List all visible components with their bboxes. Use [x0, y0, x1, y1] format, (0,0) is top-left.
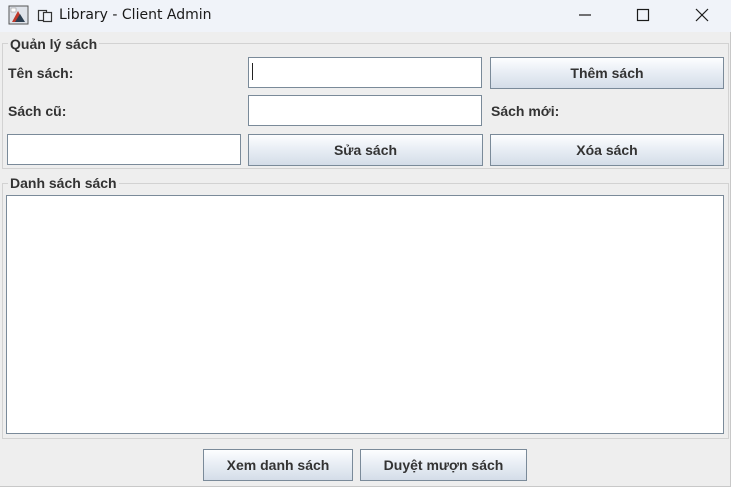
maximize-icon [636, 8, 650, 22]
close-icon [695, 8, 709, 22]
minimize-button[interactable] [556, 0, 614, 31]
book-name-label: Tên sách: [8, 65, 74, 81]
book-list-area[interactable] [6, 195, 724, 434]
manage-books-panel-title: Quản lý sách [8, 36, 100, 52]
approve-borrow-button[interactable]: Duyệt mượn sách [360, 449, 527, 481]
text-caret [252, 63, 253, 80]
app-icon [8, 5, 29, 25]
old-book-label: Sách cũ: [8, 103, 67, 119]
title-bar[interactable]: Library - Client Admin [0, 0, 731, 32]
add-book-button[interactable]: Thêm sách [490, 57, 724, 89]
window-title: Library - Client Admin [59, 7, 212, 23]
new-book-label: Sách mới: [491, 103, 560, 119]
book-list-panel-title: Danh sách sách [8, 175, 119, 191]
app-window: Library - Client Admin Quản lý sách Tên … [0, 0, 731, 487]
maximize-button[interactable] [614, 0, 672, 31]
book-name-input[interactable] [248, 57, 482, 88]
copy-icon [37, 9, 53, 23]
close-button[interactable] [673, 0, 731, 31]
delete-book-button[interactable]: Xóa sách [490, 134, 724, 166]
view-list-button[interactable]: Xem danh sách [203, 449, 353, 481]
edit-book-button[interactable]: Sửa sách [248, 134, 483, 166]
minimize-icon [579, 14, 591, 16]
new-book-input[interactable] [7, 134, 241, 165]
old-book-input[interactable] [248, 95, 482, 126]
